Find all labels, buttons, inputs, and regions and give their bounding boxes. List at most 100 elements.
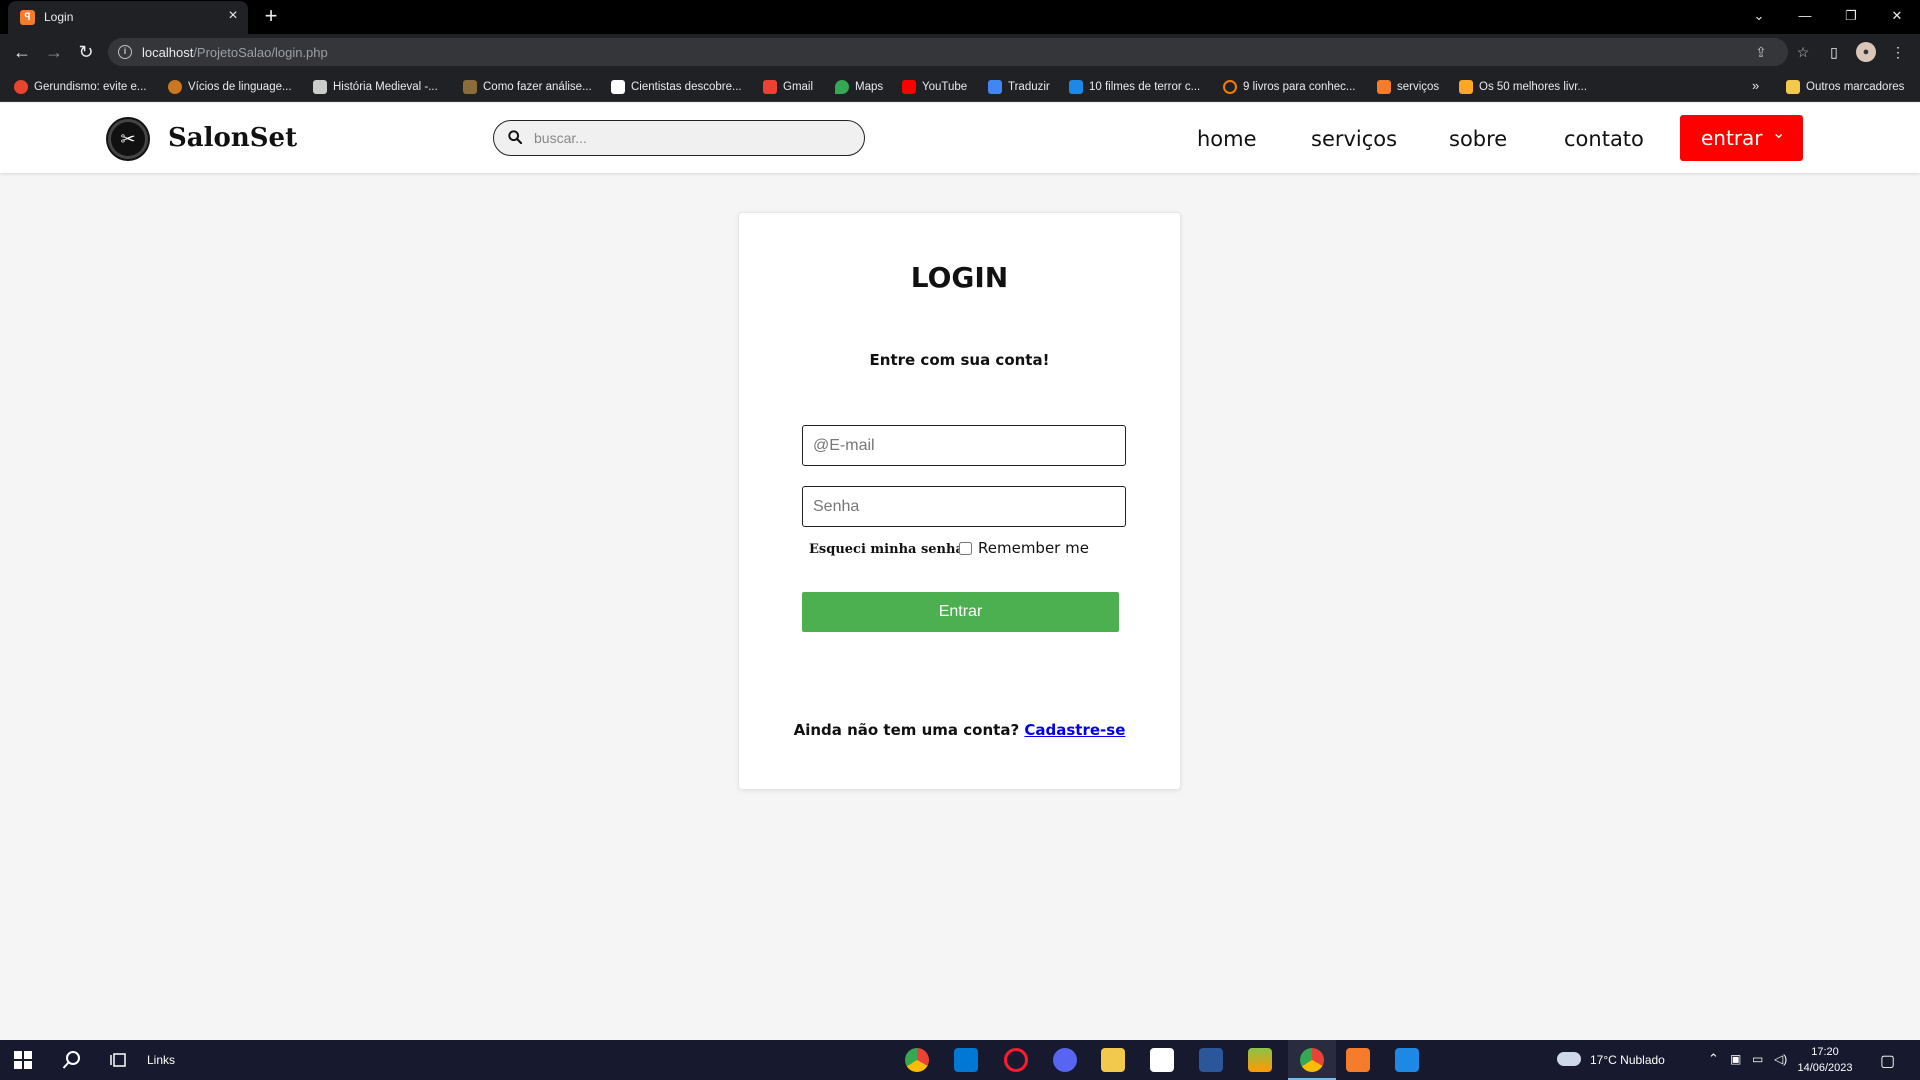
forward-icon[interactable]: →	[42, 40, 66, 64]
more-bookmarks-icon[interactable]: »	[1752, 78, 1759, 93]
xampp-favicon-icon	[1377, 80, 1391, 94]
bookmark-favicon-icon	[1069, 80, 1083, 94]
search-icon[interactable]	[62, 1050, 82, 1070]
browser-menu-icon[interactable]: ⋮	[1888, 42, 1908, 62]
email-field-box	[802, 425, 1126, 466]
task-view-icon[interactable]	[110, 1051, 128, 1069]
bookmark-item[interactable]: Traduzir	[988, 78, 1050, 96]
windows-taskbar: Links 17°C Nublado ⌃ ▣ ▭ ◁) 17:20 14/06/…	[0, 1040, 1920, 1080]
bookmark-item[interactable]: 10 filmes de terror c...	[1069, 78, 1200, 96]
chevron-down-icon: ⌄	[1772, 123, 1786, 142]
site-info-icon[interactable]: i	[118, 45, 132, 59]
forgot-password-link[interactable]: Esqueci minha senha	[809, 542, 964, 557]
bookmarks-bar: Gerundismo: evite e... Vícios de linguag…	[0, 70, 1920, 102]
youtube-icon	[902, 80, 916, 94]
back-icon[interactable]: ←	[10, 40, 34, 64]
enter-dropdown-button[interactable]: entrar ⌄	[1680, 115, 1803, 161]
bookmark-star-icon[interactable]: ☆	[1794, 43, 1812, 61]
bookmark-favicon-icon	[1459, 80, 1473, 94]
signup-link[interactable]: Cadastre-se	[1024, 721, 1125, 739]
network-icon[interactable]: ▭	[1752, 1052, 1763, 1066]
login-subtitle: Entre com sua conta!	[869, 351, 1050, 369]
restore-button[interactable]: ❐	[1838, 5, 1864, 27]
xampp-icon[interactable]	[1346, 1048, 1370, 1072]
bookmark-item[interactable]: Gmail	[763, 78, 813, 96]
maps-icon	[835, 80, 849, 94]
nav-servicos[interactable]: serviços	[1311, 127, 1397, 151]
bookmark-favicon-icon	[1223, 80, 1237, 94]
search-icon[interactable]	[508, 130, 522, 144]
signup-prompt-text: Ainda não tem uma conta?	[793, 721, 1020, 739]
discord-icon[interactable]	[1053, 1048, 1077, 1072]
folder-icon	[1786, 80, 1800, 94]
chevron-up-icon[interactable]: ⌃	[1708, 1051, 1719, 1067]
notifications-icon[interactable]: ▢	[1880, 1051, 1895, 1071]
share-icon[interactable]: ⇪	[1752, 43, 1770, 61]
microsoft-store-icon[interactable]	[1150, 1048, 1174, 1072]
vscode-icon[interactable]	[954, 1048, 978, 1072]
bookmark-item[interactable]: Vícios de linguage...	[168, 78, 292, 96]
bookmark-item[interactable]: Como fazer análise...	[463, 78, 592, 96]
bookmark-favicon-icon	[463, 80, 477, 94]
meet-now-icon[interactable]: ▣	[1730, 1052, 1741, 1066]
login-submit-button[interactable]: Entrar	[802, 592, 1119, 632]
search-input[interactable]	[534, 127, 844, 149]
url-text: localhost/ProjetoSalao/login.php	[142, 45, 328, 60]
opera-icon[interactable]	[1004, 1048, 1028, 1072]
windows-start-icon[interactable]	[14, 1051, 32, 1069]
bookmark-item[interactable]: serviços	[1377, 78, 1439, 96]
cloudy-weather-icon	[1557, 1052, 1581, 1066]
bluestacks-icon[interactable]	[1248, 1048, 1272, 1072]
remember-me[interactable]: Remember me	[959, 539, 1089, 557]
side-panel-icon[interactable]: ▯	[1824, 42, 1844, 62]
bookmark-favicon-icon	[168, 80, 182, 94]
tab-search-icon[interactable]: ⌄	[1746, 5, 1772, 27]
tab-title: Login	[44, 10, 74, 24]
chrome-profile-icon[interactable]	[1300, 1048, 1324, 1072]
gmail-icon	[763, 80, 777, 94]
minimize-button[interactable]: —	[1792, 5, 1818, 27]
links-toolbar-label[interactable]: Links	[147, 1053, 175, 1067]
photos-icon[interactable]	[1395, 1048, 1419, 1072]
tab-close-icon[interactable]: ×	[224, 7, 242, 25]
tab-login[interactable]: ꟼ Login ×	[8, 1, 248, 34]
browser-tab-strip: ꟼ Login × + ⌄ — ❐ ✕	[0, 0, 1920, 34]
login-card: LOGIN Entre com sua conta! Esqueci minha…	[738, 212, 1181, 790]
nav-contato[interactable]: contato	[1564, 127, 1644, 151]
address-bar[interactable]: i localhost/ProjetoSalao/login.php ⇪ ☆	[108, 38, 1809, 66]
xampp-favicon-icon: ꟼ	[20, 10, 35, 25]
close-window-button[interactable]: ✕	[1884, 5, 1910, 27]
bookmark-item[interactable]: Cientistas descobre...	[611, 78, 742, 96]
bookmark-item[interactable]: YouTube	[902, 78, 967, 96]
password-field-box	[802, 486, 1126, 527]
bookmark-item[interactable]: Gerundismo: evite e...	[14, 78, 147, 96]
file-explorer-icon[interactable]	[1101, 1048, 1125, 1072]
bookmark-item[interactable]: História Medieval -...	[313, 78, 438, 96]
bookmark-item[interactable]: 9 livros para conhec...	[1223, 78, 1356, 96]
bookmark-favicon-icon	[313, 80, 327, 94]
email-field[interactable]	[813, 435, 1113, 457]
chrome-active-indicator	[1288, 1040, 1336, 1080]
bookmark-favicon-icon	[14, 80, 28, 94]
password-field[interactable]	[813, 496, 1113, 518]
reload-icon[interactable]: ↻	[74, 40, 98, 64]
remember-me-checkbox[interactable]	[959, 541, 972, 555]
new-tab-button[interactable]: +	[260, 5, 282, 27]
volume-icon[interactable]: ◁)	[1774, 1052, 1787, 1066]
profile-avatar[interactable]: ●	[1856, 42, 1876, 62]
bookmark-item[interactable]: Maps	[835, 78, 883, 96]
clock-time: 17:20	[1811, 1046, 1839, 1058]
bookmark-favicon-icon	[611, 80, 625, 94]
site-header: ✂ SalonSet home serviços sobre contato e…	[0, 103, 1920, 173]
nav-sobre[interactable]: sobre	[1449, 127, 1507, 151]
enter-button-label: entrar	[1701, 126, 1763, 150]
bookmark-item[interactable]: Os 50 melhores livr...	[1459, 78, 1587, 96]
other-bookmarks-folder[interactable]: Outros marcadores	[1786, 78, 1904, 96]
system-clock[interactable]: 17:20 14/06/2023	[1790, 1044, 1860, 1076]
scissors-logo-icon[interactable]: ✂	[108, 119, 148, 159]
nav-home[interactable]: home	[1197, 127, 1257, 151]
brand-name[interactable]: SalonSet	[168, 123, 297, 153]
word-icon[interactable]	[1199, 1048, 1223, 1072]
weather-text[interactable]: 17°C Nublado	[1590, 1053, 1665, 1067]
chrome-icon[interactable]	[905, 1048, 929, 1072]
